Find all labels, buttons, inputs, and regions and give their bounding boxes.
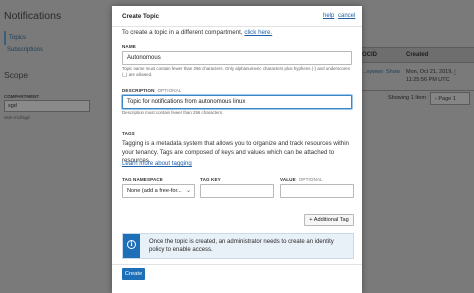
tag-namespace-label: TAG NAMESPACE: [122, 177, 163, 182]
tags-label-text: TAGS: [122, 131, 135, 136]
tag-value-input[interactable]: [280, 184, 354, 198]
scope-heading: Scope: [4, 70, 29, 80]
footer-divider: [112, 264, 362, 265]
change-compartment-link[interactable]: click here.: [244, 29, 272, 36]
name-hint: Topic name must contain fewer than 256 c…: [122, 66, 350, 78]
header-divider: [112, 26, 362, 27]
sidebar-item-subscriptions[interactable]: Subscriptions: [7, 47, 43, 53]
tag-value-label: VALUE OPTIONAL: [280, 177, 323, 182]
compartment-select[interactable]: sgd: [4, 100, 90, 112]
table-cell-created-time: 11:25:56 PM UTC: [406, 77, 450, 83]
divider: [362, 90, 474, 91]
learn-more-tagging-link[interactable]: Learn more about tagging: [122, 160, 192, 167]
compartment-label: COMPARTMENT: [4, 94, 40, 99]
tags-label: TAGS: [122, 131, 135, 136]
info-icon: i: [127, 240, 136, 249]
tag-key-label: TAG KEY: [200, 177, 221, 182]
description-input[interactable]: Topic for notifications from autonomous …: [122, 95, 352, 109]
info-alert-bar: i: [123, 234, 140, 258]
name-label-text: NAME: [122, 44, 136, 49]
tag-key-input[interactable]: [200, 184, 274, 198]
info-alert-text: Once the topic is created, an administra…: [149, 239, 334, 254]
create-topic-dialog: Create Topic help cancel To create a top…: [112, 6, 362, 293]
name-input[interactable]: Autonomous: [122, 51, 352, 65]
sidebar-item-topics[interactable]: Topics: [4, 31, 44, 45]
name-label: NAME: [122, 44, 136, 49]
intro-text: To create a topic in a different compart…: [122, 29, 243, 36]
show-ocid-link[interactable]: Show: [386, 69, 400, 75]
chevron-down-icon: ⌄: [185, 188, 191, 194]
compartment-path: dsm-mcl/sgd: [4, 115, 30, 120]
page-title: Notifications: [4, 10, 62, 22]
create-button[interactable]: Create: [122, 268, 145, 280]
tag-namespace-label-text: TAG NAMESPACE: [122, 177, 163, 182]
table-cell-created: Mon, Oct 21, 2019,: [406, 69, 453, 75]
page-indicator: Page 1: [438, 96, 456, 102]
description-optional: OPTIONAL: [157, 88, 182, 93]
tag-value-optional: OPTIONAL: [298, 177, 323, 182]
column-header-created[interactable]: Created: [406, 52, 428, 58]
pagination[interactable]: ‹ Page 1: [430, 92, 470, 105]
column-header-ocid: OCID: [362, 52, 377, 58]
row-actions-icon[interactable]: ⋮: [452, 69, 458, 76]
tag-value-label-text: VALUE: [280, 177, 296, 182]
tag-namespace-value: None (add a free-for...: [127, 188, 182, 194]
showing-count: Showing 1 Item: [388, 95, 426, 101]
table-cell-ocid: ...xywwo: [362, 69, 384, 75]
description-label-text: DESCRIPTION: [122, 88, 155, 93]
dialog-title: Create Topic: [122, 13, 160, 20]
compartment-intro: To create a topic in a different compart…: [122, 29, 272, 36]
description-label: DESCRIPTION OPTIONAL: [122, 88, 182, 93]
help-link[interactable]: help: [323, 13, 334, 19]
description-hint: Description must contain fewer than 256 …: [122, 110, 224, 115]
additional-tag-button[interactable]: + Additional Tag: [304, 214, 354, 226]
cancel-link[interactable]: cancel: [338, 13, 355, 19]
tag-namespace-select[interactable]: None (add a free-for... ⌄: [122, 184, 195, 198]
tag-key-label-text: TAG KEY: [200, 177, 221, 182]
info-alert: i Once the topic is created, an administ…: [122, 233, 354, 259]
